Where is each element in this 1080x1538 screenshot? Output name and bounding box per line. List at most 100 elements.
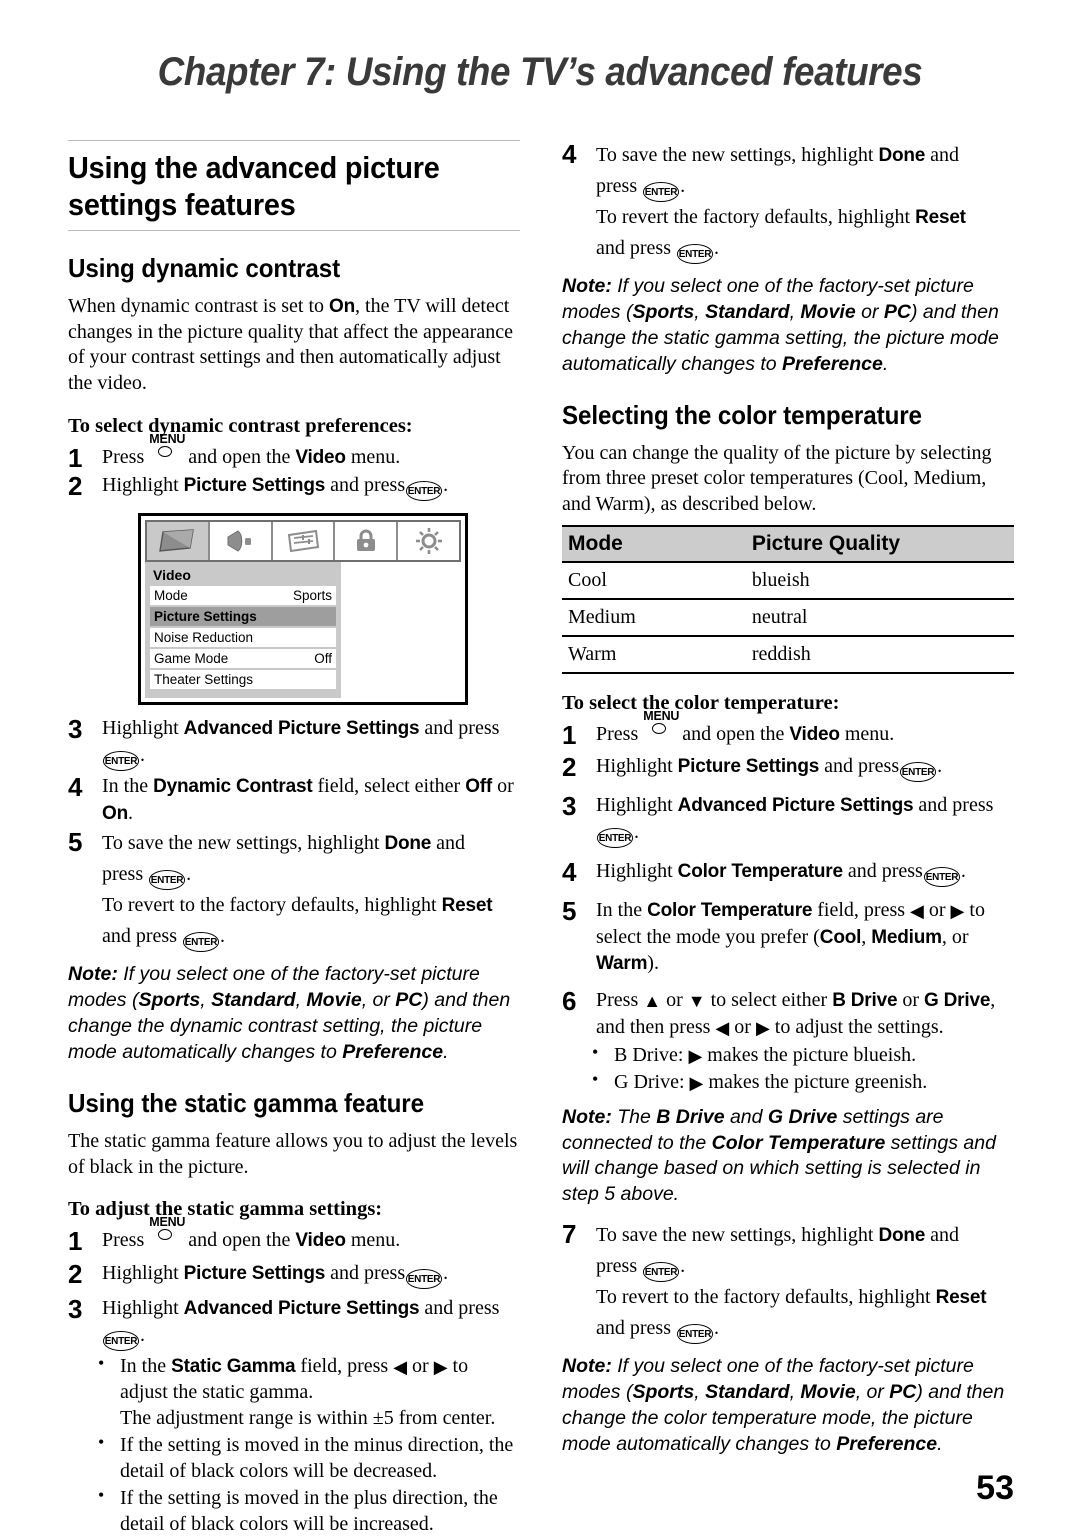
value-done: Done <box>878 1225 926 1247</box>
mode-standard: Standard <box>705 1381 790 1404</box>
period: . <box>680 1255 686 1278</box>
arrow-right-icon: ▶ <box>433 1356 448 1377</box>
lock-icon[interactable] <box>335 522 399 561</box>
mode-preference: Preference <box>342 1041 444 1064</box>
heading-color-temperature: Selecting the color temperature <box>562 399 922 430</box>
brightness-sun-icon[interactable] <box>398 522 459 561</box>
step-item: 4 Highlight Color Temperature and press E… <box>562 857 1014 887</box>
step-text: menu. <box>350 445 401 468</box>
step-text: To save the new settings, highlight <box>102 832 380 855</box>
step-text: press <box>596 1255 638 1278</box>
tv-menu-row-mode[interactable]: Mode Sports <box>150 586 336 606</box>
step-text: To save the new settings, highlight <box>596 1224 874 1247</box>
table-row: Medium neutral <box>562 599 1014 638</box>
step-item: 1 Press MENU and open the Video menu. <box>68 432 520 473</box>
picture-screen-icon[interactable] <box>147 522 210 561</box>
step-line: press ENTER. <box>596 171 1014 202</box>
speaker-icon-svg <box>227 530 252 552</box>
note-text: , <box>200 989 212 1012</box>
speaker-icon[interactable] <box>209 522 273 561</box>
menu-button-label: MENU <box>149 1215 186 1230</box>
cell-mode: Warm <box>562 636 680 675</box>
label-b-drive: B Drive: <box>614 1043 684 1066</box>
step-item: 5 In the Color Temperature field, press … <box>562 895 1014 977</box>
note-text: , <box>694 300 706 323</box>
enter-button-icon[interactable]: ENTER <box>182 932 220 953</box>
step-text: and <box>930 144 960 166</box>
enter-button-icon[interactable]: ENTER <box>406 481 443 502</box>
list-item: B Drive: ▶ makes the picture blueish. <box>562 1041 1014 1068</box>
note-text: , <box>789 300 801 323</box>
menu-name-video: Video <box>789 724 840 746</box>
step-text: and press <box>824 755 900 778</box>
enter-button-icon[interactable]: ENTER <box>102 750 140 771</box>
arrow-right-icon: ▶ <box>755 1017 770 1038</box>
menu-button-icon[interactable]: MENU <box>149 432 185 463</box>
period: . <box>960 859 966 882</box>
step-text: press <box>596 175 638 197</box>
step-text: Highlight <box>596 794 673 817</box>
intro-text-a: When dynamic contrast is set to <box>68 295 330 318</box>
enter-button-icon[interactable]: ENTER <box>676 1324 714 1345</box>
step-item: 6 Press ▲ or ▼ to select either B Drive … <box>562 986 1014 1040</box>
tv-menu-icon-bar <box>145 520 461 563</box>
tv-menu-row-game-mode[interactable]: Game Mode Off <box>150 649 336 669</box>
enter-button-icon[interactable]: ENTER <box>406 1268 443 1289</box>
enter-button-icon[interactable]: ENTER <box>900 762 937 783</box>
value-warm: Warm <box>596 953 648 975</box>
mode-standard: Standard <box>705 300 790 323</box>
note-label: Note: <box>562 1355 612 1378</box>
period: . <box>713 1317 719 1340</box>
menu-item-picture-settings: Picture Settings <box>183 1262 326 1284</box>
heading-static-gamma: Using the static gamma feature <box>68 1087 424 1118</box>
value-g-drive: G Drive <box>767 1105 838 1128</box>
note-color-temperature: Note: If you select one of the factory-s… <box>562 1354 1014 1458</box>
enter-button-icon[interactable]: ENTER <box>596 827 634 848</box>
menu-button-icon[interactable]: MENU <box>643 709 679 740</box>
mode-pc: PC <box>889 1381 917 1404</box>
step-text: or <box>734 1015 751 1038</box>
task-select-dynamic-contrast: To select dynamic contrast preferences: <box>68 414 413 437</box>
enter-button-icon[interactable]: ENTER <box>643 182 680 202</box>
enter-button-icon[interactable]: ENTER <box>643 1262 680 1283</box>
note-text: or <box>855 300 884 323</box>
step-text: and open the <box>682 723 785 746</box>
menu-button-icon[interactable]: MENU <box>149 1215 185 1246</box>
arrow-up-icon: ▲ <box>643 990 662 1011</box>
value-reset: Reset <box>441 895 493 917</box>
mode-movie: Movie <box>306 989 362 1012</box>
bullet-subtext: The adjustment range is within ±5 from c… <box>120 1407 496 1430</box>
step-number: 5 <box>68 827 83 858</box>
step-item: 4 To save the new settings, highlight Do… <box>562 139 1014 264</box>
period: . <box>186 863 192 886</box>
step-text: or <box>497 774 514 797</box>
mode-sports: Sports <box>138 989 201 1012</box>
note-text: . <box>937 1433 943 1456</box>
step-text: Highlight <box>596 755 673 778</box>
note-label: Note: <box>68 963 118 986</box>
period: . <box>937 755 943 778</box>
note-text: . <box>443 1041 449 1064</box>
bullets-drive-settings: B Drive: ▶ makes the picture blueish. G … <box>562 1041 1014 1095</box>
enter-button-icon[interactable]: ENTER <box>149 870 186 891</box>
left-column: Using the advanced picture settings feat… <box>68 140 520 1538</box>
task-adjust-static-gamma: To adjust the static gamma settings: <box>68 1198 383 1221</box>
sliders-icon[interactable] <box>272 522 336 561</box>
enter-button-icon[interactable]: ENTER <box>923 866 960 887</box>
menu-name-video: Video <box>295 1230 346 1252</box>
step-text: and press <box>596 1317 671 1340</box>
step-line: To revert to the factory defaults, highl… <box>596 1282 1014 1313</box>
step-text: to adjust the settings. <box>774 1015 944 1038</box>
enter-button-icon[interactable]: ENTER <box>676 244 714 264</box>
tv-menu-row-picture-settings[interactable]: Picture Settings <box>150 607 336 627</box>
tv-menu-row-noise-reduction[interactable]: Noise Reduction <box>150 628 336 648</box>
mode-preference: Preference <box>782 352 883 375</box>
step-number: 5 <box>562 895 577 926</box>
step-text: Highlight <box>102 474 179 497</box>
tv-menu-row-label: Picture Settings <box>154 609 257 625</box>
step-number: 1 <box>562 720 577 751</box>
list-item: G Drive: ▶ makes the picture greenish. <box>562 1068 1014 1095</box>
column-header-picture-quality: Picture Quality <box>679 525 1014 564</box>
enter-button-icon[interactable]: ENTER <box>102 1330 140 1351</box>
tv-menu-row-theater-settings[interactable]: Theater Settings <box>150 670 336 690</box>
